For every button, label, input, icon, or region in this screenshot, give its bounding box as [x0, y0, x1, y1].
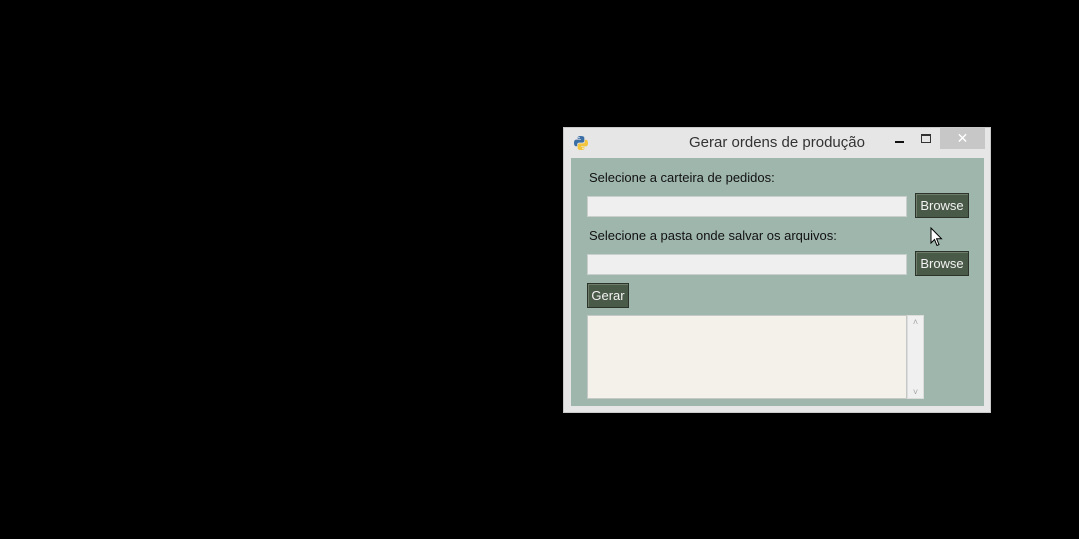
- output-text-area[interactable]: [587, 315, 907, 399]
- close-button[interactable]: ✕: [940, 128, 985, 149]
- title-bar[interactable]: Gerar ordens de produção ✕: [564, 128, 990, 158]
- orders-label: Selecione a carteira de pedidos:: [589, 170, 775, 185]
- maximize-button[interactable]: [913, 128, 939, 149]
- client-area: Selecione a carteira de pedidos: Browse …: [571, 158, 984, 406]
- folder-label: Selecione a pasta onde salvar os arquivo…: [589, 228, 837, 243]
- mouse-cursor-icon: [930, 227, 943, 247]
- scroll-up-arrow-icon[interactable]: ˄: [908, 317, 923, 327]
- output-scrollbar[interactable]: ˄ ˅: [907, 315, 924, 399]
- close-icon: ✕: [956, 130, 969, 146]
- orders-path-input[interactable]: [587, 196, 907, 217]
- browse-folder-button[interactable]: Browse: [915, 251, 969, 276]
- folder-path-input[interactable]: [587, 254, 907, 275]
- minimize-button[interactable]: [886, 128, 912, 149]
- generate-button[interactable]: Gerar: [587, 283, 629, 308]
- scroll-down-arrow-icon[interactable]: ˅: [908, 387, 923, 397]
- browse-orders-button[interactable]: Browse: [915, 193, 969, 218]
- app-window: Gerar ordens de produção ✕ Selecione a c…: [563, 127, 991, 413]
